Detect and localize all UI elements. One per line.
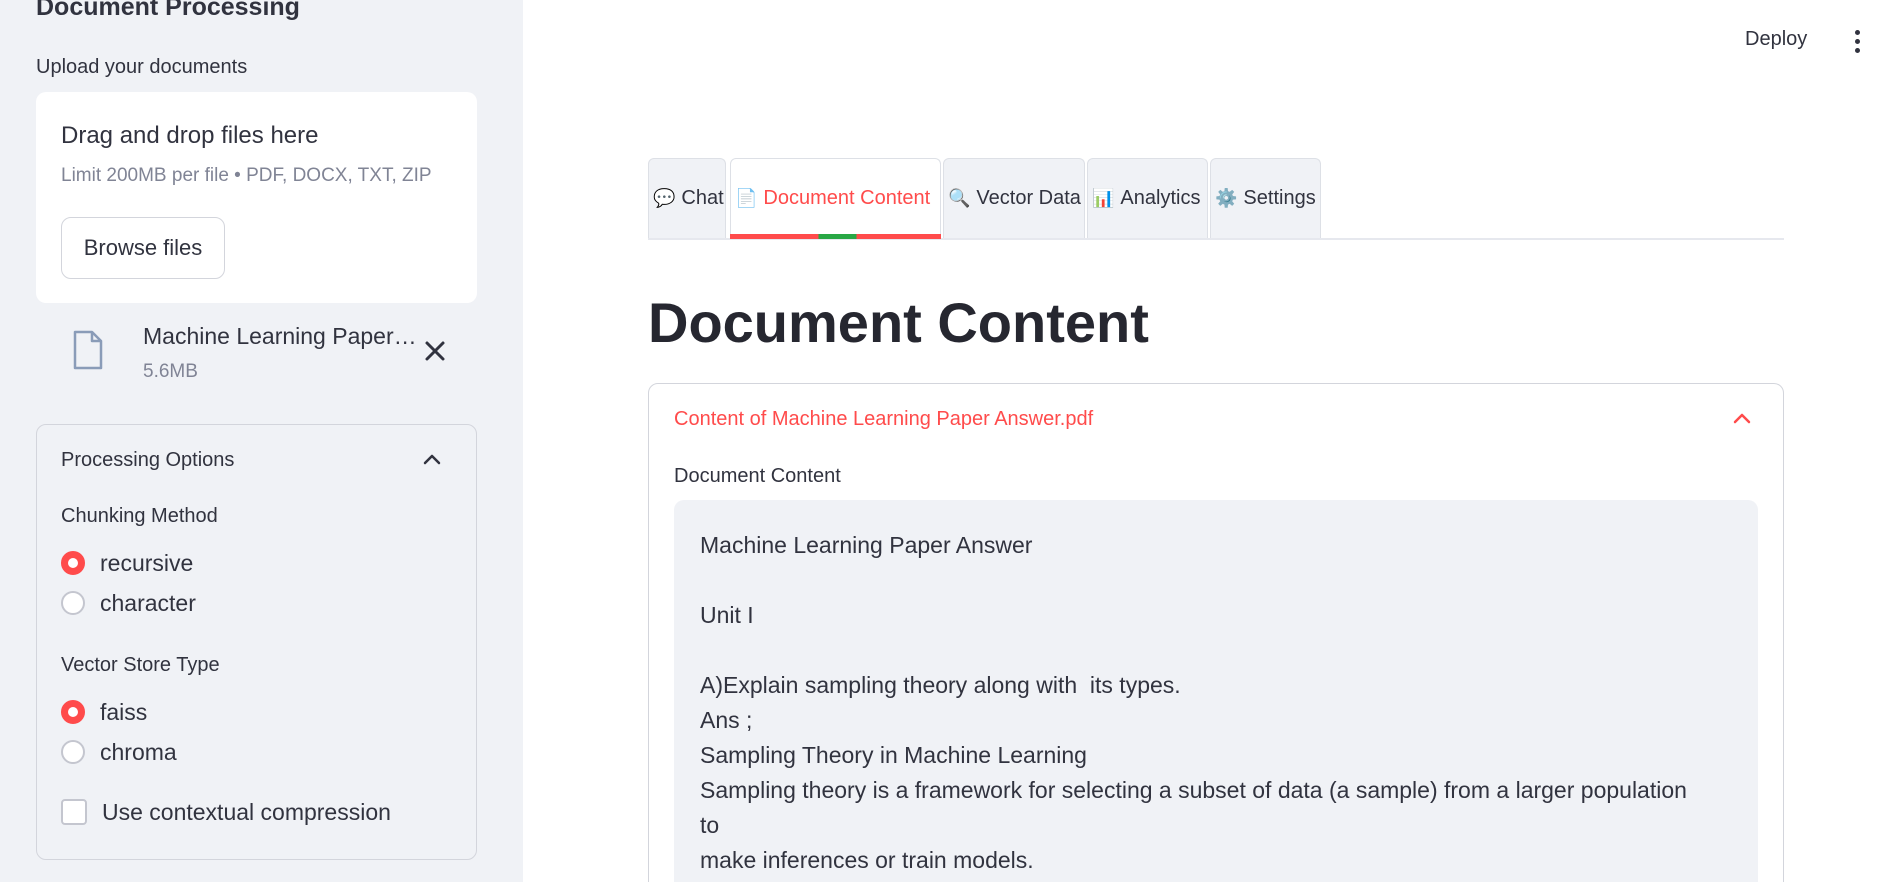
content-line — [700, 563, 1732, 598]
radio-button[interactable] — [61, 591, 85, 615]
more-options-icon[interactable] — [1853, 30, 1861, 54]
processing-options-expander: Processing Options Chunking Method recur… — [36, 424, 477, 860]
radio-label: recursive — [100, 549, 194, 576]
radio-label: chroma — [100, 738, 177, 765]
browse-files-button[interactable]: Browse files — [61, 217, 225, 279]
radio-label: faiss — [100, 698, 148, 725]
tab-bar: 💬 Chat 📄 Document Content 🔍 Vector Data … — [648, 158, 1784, 240]
content-line: A)Explain sampling theory along with its… — [700, 672, 1181, 698]
tab-chat[interactable]: 💬 Chat — [648, 158, 726, 238]
document-content-expander: Content of Machine Learning Paper Answer… — [648, 383, 1784, 882]
page-title: Document Content — [648, 291, 1149, 354]
file-icon — [73, 330, 103, 370]
processing-options-header[interactable]: Processing Options — [61, 449, 234, 472]
tab-document-content[interactable]: 📄 Document Content — [730, 158, 941, 238]
radio-button-selected[interactable] — [61, 551, 85, 575]
upload-label: Upload your documents — [36, 56, 248, 78]
bar-chart-icon: 📊 — [1092, 188, 1115, 208]
vector-store-type-label: Vector Store Type — [61, 654, 220, 676]
chevron-up-icon[interactable] — [1732, 411, 1752, 425]
dropzone-hint: Limit 200MB per file • PDF, DOCX, TXT, Z… — [61, 165, 432, 186]
magnifier-icon: 🔍 — [948, 188, 971, 208]
tab-settings[interactable]: ⚙️ Settings — [1210, 158, 1321, 238]
document-content-label: Document Content — [674, 465, 841, 487]
radio-button[interactable] — [61, 740, 85, 764]
content-line: make inferences or train models. — [700, 847, 1034, 873]
uploaded-file-name: Machine Learning Paper Answer.pdf — [143, 323, 419, 349]
content-line: Sampling Theory in Machine Learning — [700, 742, 1087, 768]
radio-chroma[interactable]: chroma — [61, 737, 177, 767]
active-tab-indicator — [730, 234, 941, 239]
deploy-button[interactable]: Deploy — [1745, 28, 1807, 51]
content-line: to — [700, 812, 720, 838]
tab-vector-data[interactable]: 🔍 Vector Data — [943, 158, 1085, 238]
tab-label: Analytics — [1120, 187, 1201, 209]
close-icon[interactable] — [420, 336, 450, 366]
contextual-compression-checkbox[interactable]: Use contextual compression — [61, 797, 391, 827]
tab-label: Chat — [681, 187, 724, 209]
content-line: Ans ; — [700, 707, 753, 733]
tab-label: Settings — [1243, 187, 1316, 209]
radio-button-selected[interactable] — [61, 700, 85, 724]
radio-recursive[interactable]: recursive — [61, 548, 193, 578]
sidebar-title: Document Processing — [36, 0, 300, 21]
file-dropzone[interactable]: Drag and drop files here Limit 200MB per… — [36, 92, 477, 303]
checkbox[interactable] — [61, 799, 87, 825]
radio-faiss[interactable]: faiss — [61, 697, 147, 727]
radio-label: character — [100, 589, 196, 616]
uploaded-file-item: Machine Learning Paper Answer.pdf 5.6MB — [36, 316, 477, 386]
tab-label: Document Content — [763, 187, 931, 209]
document-content-textarea[interactable]: Machine Learning Paper Answer Unit I A)Exp… — [674, 500, 1758, 882]
content-line — [700, 633, 1732, 668]
uploaded-file-size: 5.6MB — [143, 361, 198, 382]
gear-icon: ⚙️ — [1215, 188, 1238, 208]
tab-analytics[interactable]: 📊 Analytics — [1087, 158, 1208, 238]
chunking-method-label: Chunking Method — [61, 505, 218, 527]
radio-character[interactable]: character — [61, 588, 196, 618]
content-line: Sampling theory is a framework for selec… — [700, 777, 1687, 803]
tab-label: Vector Data — [976, 187, 1081, 209]
checkbox-label: Use contextual compression — [102, 798, 391, 825]
speech-bubble-icon: 💬 — [653, 188, 676, 208]
content-line: Unit I — [700, 602, 754, 628]
document-icon: 📄 — [735, 188, 758, 208]
dropzone-title: Drag and drop files here — [61, 122, 319, 149]
content-line: Machine Learning Paper Answer — [700, 532, 1033, 558]
chevron-up-icon[interactable] — [422, 452, 442, 466]
sidebar: Document Processing Upload your document… — [0, 0, 523, 882]
expander-header[interactable]: Content of Machine Learning Paper Answer… — [674, 408, 1093, 431]
